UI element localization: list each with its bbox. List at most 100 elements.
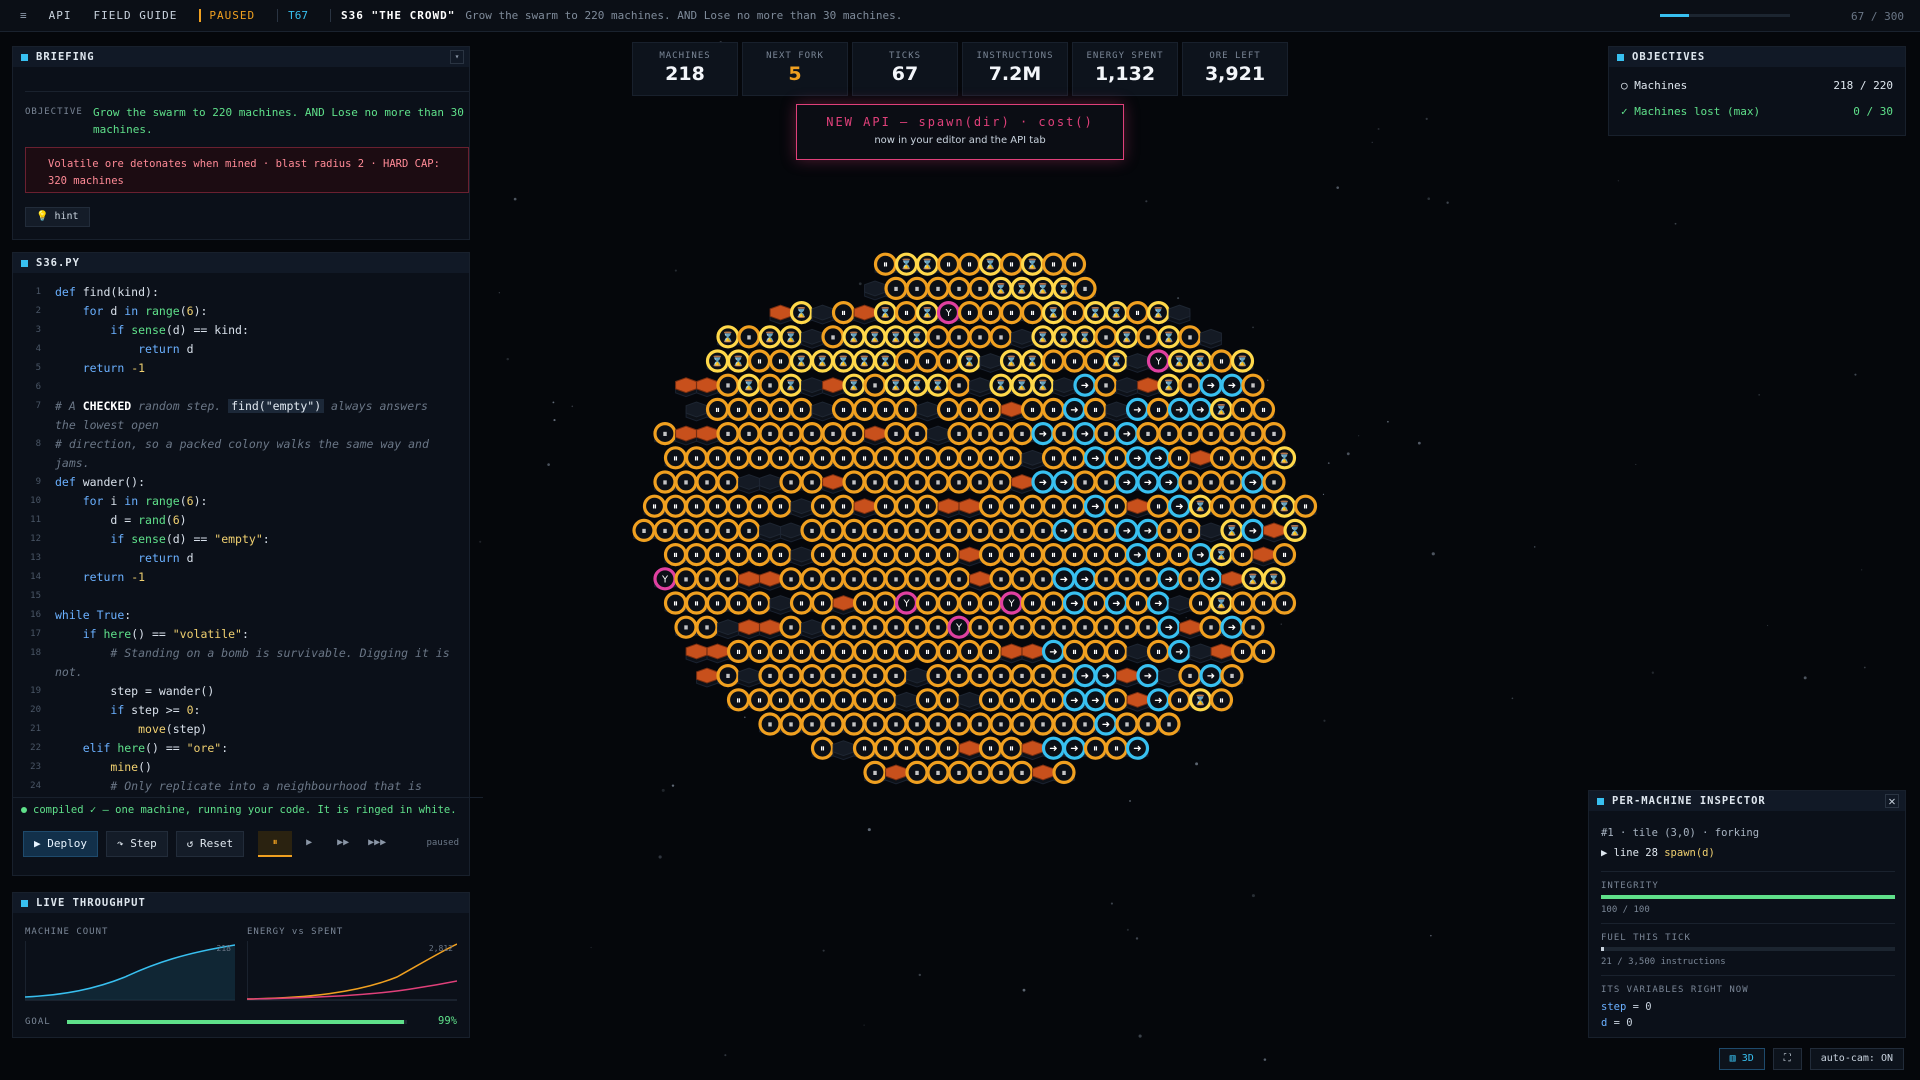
machine-state-icon: ⏸ <box>831 526 836 537</box>
fuel-text: 21 / 3,500 instructions <box>1601 957 1726 967</box>
machine-state-icon: ⏸ <box>988 695 993 706</box>
step-button[interactable]: ↷ Step <box>105 831 168 857</box>
machine-state-icon: ➜ <box>1154 599 1162 610</box>
machine-state-icon: ⌛ <box>1247 572 1259 585</box>
machine-state-icon: ➜ <box>1144 671 1152 682</box>
machine-state-icon: ⏸ <box>705 574 710 585</box>
machine-state-icon: ⏸ <box>768 671 773 682</box>
hex-tile <box>1032 764 1054 781</box>
machine-state-icon: ⏸ <box>894 429 899 440</box>
machine-state-icon: ⏸ <box>915 623 920 634</box>
machine-state-icon: ⏸ <box>957 768 962 779</box>
machine-state-icon: ⌛ <box>1016 282 1028 295</box>
hex-tile <box>979 353 1002 369</box>
machine-state-icon: ➜ <box>1228 623 1236 634</box>
machine-state-icon: ⏸ <box>810 526 815 537</box>
view-controls: ▥ 3D ⛶ auto-cam: ON <box>1718 1048 1904 1070</box>
machine-state-icon: ⏸ <box>967 308 972 319</box>
reset-button[interactable]: ↺ Reset <box>175 831 245 857</box>
machine-state-icon: ⏸ <box>789 671 794 682</box>
throughput-panel: LIVE THROUGHPUT MACHINE COUNT ENERGY vs … <box>12 892 470 1038</box>
machine-state-icon: ➜ <box>1049 744 1057 755</box>
collapse-toggle[interactable]: ▾ <box>450 50 464 64</box>
machine-state-icon: ⏸ <box>1230 478 1235 489</box>
objectives-panel: OBJECTIVES ○ Machines 218 / 220 ✓ Machine… <box>1608 46 1906 136</box>
hex-world-map[interactable]: ⏸ ⌛ ⌛ ⏸ ⏸ ⌛ ⏸ ⌛ ⏸ ⏸⏸ ⏸ ⏸ ⏸ ⏸ ⌛ ⌛ ⌛ ⌛ ⏸⌛ ⏸ ⌛ ⏸ ⌛ Y ⏸ ⏸ ⏸ ⏸ ⌛ ⏸ ⌛ ⌛ ⏸ ⌛⌛ ⏸ ⌛ ⌛… <box>560 220 1420 870</box>
machine-state-icon: ⏸ <box>904 550 909 561</box>
machine-state-icon: ⏸ <box>957 526 962 537</box>
close-icon[interactable]: ✕ <box>1885 794 1899 808</box>
hex-tile <box>958 546 981 563</box>
machine-state-icon: ⏸ <box>1240 405 1245 416</box>
hex-tile <box>790 546 813 563</box>
machine-state-icon: ⌛ <box>1173 355 1185 368</box>
machine-state-icon: ➜ <box>1039 478 1047 489</box>
machine-state-icon: ⏸ <box>1083 526 1088 537</box>
pause-speed-button[interactable]: ⏸ <box>258 831 293 857</box>
hex-tile <box>738 619 760 636</box>
hex-tile <box>1137 377 1159 394</box>
machine-state-icon: ⏸ <box>915 720 920 731</box>
machine-state-icon: ⏸ <box>1272 478 1277 489</box>
hex-tile <box>696 667 718 684</box>
machine-state-icon: ⏸ <box>1146 574 1151 585</box>
run-state-label: paused <box>426 838 459 848</box>
machine-state-icon: ⏸ <box>1051 502 1056 513</box>
machine-state-icon: ➜ <box>1249 478 1257 489</box>
machine-state-icon: ⏸ <box>1209 478 1214 489</box>
hex-tile <box>1021 643 1044 660</box>
machine-state-icon: ⏸ <box>978 429 983 440</box>
machine-state-icon: ⏸ <box>1009 744 1014 755</box>
hint-button[interactable]: 💡 hint <box>25 207 90 227</box>
code-area[interactable]: 1 def find(kind): 2 for d in range(6): 3 … <box>13 275 483 795</box>
hex-tile <box>1210 643 1233 660</box>
deploy-button[interactable]: ▶ Deploy <box>23 831 98 857</box>
machine-state-icon: ⏸ <box>1051 405 1056 416</box>
hex-tile <box>759 474 781 490</box>
new-api-banner[interactable]: NEW API — spawn(dir) · cost() now in you… <box>796 104 1124 160</box>
machine-state-icon: ⌛ <box>1226 524 1238 537</box>
machine-state-icon: ⌛ <box>869 330 881 343</box>
machine-state-icon: ⏸ <box>873 574 878 585</box>
machine-state-icon: ⏸ <box>778 453 783 464</box>
hex-tile <box>916 401 939 418</box>
machine-state-icon: ⏸ <box>694 453 699 464</box>
machine-state-icon: ⏸ <box>1009 308 1014 319</box>
machine-state-icon: ➜ <box>1102 671 1110 682</box>
auto-cam-toggle[interactable]: auto-cam: ON <box>1809 1048 1904 1070</box>
hex-tile <box>801 619 823 636</box>
fastest-speed-button[interactable]: ▶▶▶ <box>360 831 394 857</box>
hex-tile <box>696 377 718 394</box>
panel-marker-icon <box>1597 797 1604 805</box>
machine-state-icon: ⏸ <box>915 574 920 585</box>
machine-state-icon: ➜ <box>1196 405 1204 416</box>
machine-state-icon: ⏸ <box>1030 550 1035 561</box>
play-speed-button[interactable]: ▶ <box>292 831 326 857</box>
machine-state-icon: ➜ <box>1081 671 1089 682</box>
machine-state-icon: ⏸ <box>778 550 783 561</box>
fast-speed-button[interactable]: ▶▶ <box>326 831 360 857</box>
machine-state-icon: ⏸ <box>894 478 899 489</box>
view-mode-3d-button[interactable]: ▥ 3D <box>1718 1048 1765 1070</box>
machine-state-icon: ➜ <box>1081 429 1089 440</box>
machine-state-icon: ⏸ <box>1146 429 1151 440</box>
machine-state-icon: ⏸ <box>810 720 815 731</box>
machine-state-icon: ➜ <box>1165 574 1173 585</box>
machine-state-icon: ⏸ <box>936 332 941 343</box>
nav-api[interactable]: API <box>49 9 72 22</box>
machine-state-icon: ⏸ <box>946 744 951 755</box>
compile-status-text: compiled ✓ — one machine, running your c… <box>33 804 457 816</box>
hex-tile <box>738 570 760 587</box>
machine-state-icon: ⏸ <box>1261 453 1266 464</box>
menu-icon[interactable]: ≡ <box>20 9 27 22</box>
machine-state-icon: ⏸ <box>1062 768 1067 779</box>
hex-tile <box>1168 595 1191 611</box>
machine-state-icon: ⏸ <box>873 623 878 634</box>
fullscreen-icon[interactable]: ⛶ <box>1772 1048 1802 1070</box>
machine-state-icon: ⏸ <box>684 574 689 585</box>
machine-state-icon: ⏸ <box>778 647 783 658</box>
machine-state-icon: ⏸ <box>978 671 983 682</box>
hex-tile <box>1189 643 1212 660</box>
machine-state-icon: ⏸ <box>673 453 678 464</box>
nav-field-guide[interactable]: FIELD GUIDE <box>94 9 178 22</box>
